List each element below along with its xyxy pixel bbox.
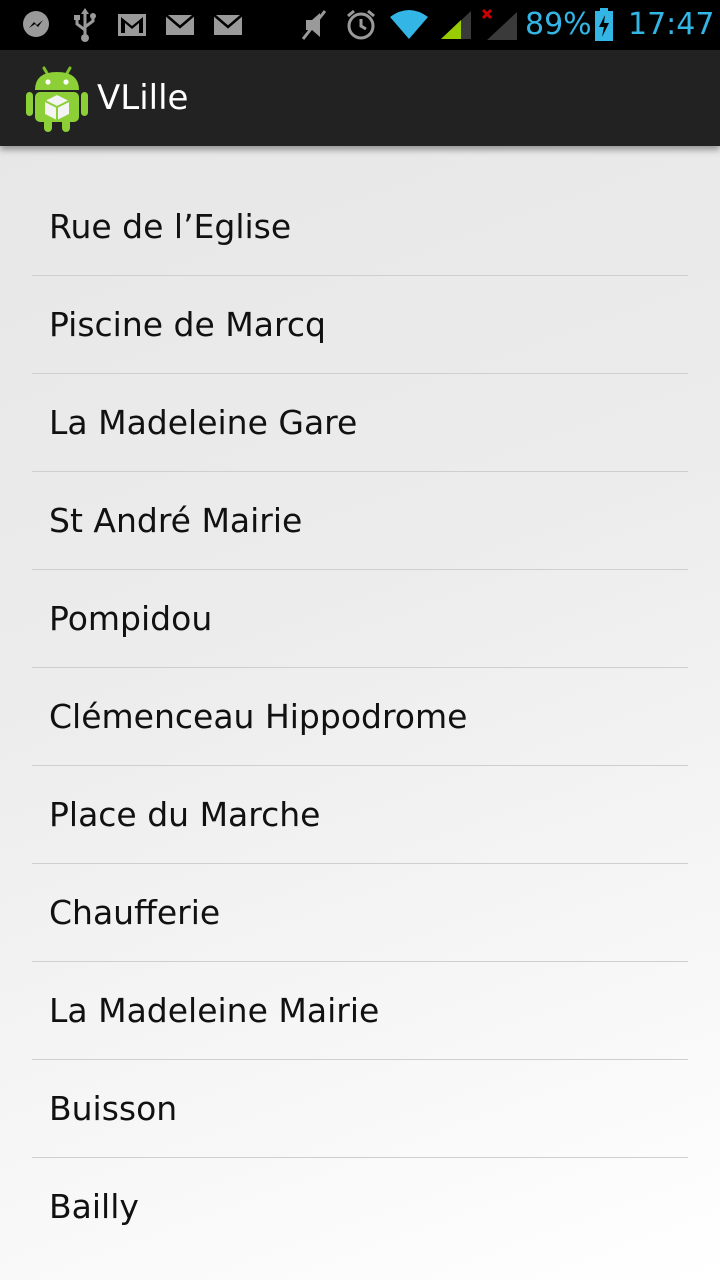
- station-name: Rue de l’Eglise: [49, 207, 292, 246]
- usb-icon: [70, 0, 100, 50]
- list-item[interactable]: Rue de l’Eglise: [32, 178, 688, 276]
- battery-charging-icon: [592, 0, 616, 50]
- station-name: St André Mairie: [49, 501, 303, 540]
- station-name: Chaufferie: [49, 893, 221, 932]
- wifi-icon: [388, 0, 430, 50]
- station-name: Pompidou: [49, 599, 213, 638]
- station-name: Piscine de Marcq: [49, 305, 326, 344]
- messenger-icon: [18, 0, 54, 50]
- list-item[interactable]: Place du Marche: [32, 766, 688, 864]
- station-name: La Madeleine Mairie: [49, 991, 380, 1030]
- battery-percent: 89%: [525, 7, 592, 42]
- list-item[interactable]: St André Mairie: [32, 472, 688, 570]
- list-item[interactable]: Bailly: [32, 1158, 688, 1255]
- status-bar: 89% 17:47: [0, 0, 720, 50]
- no-signal-icon: [480, 0, 520, 50]
- list-item[interactable]: Buisson: [32, 1060, 688, 1158]
- list-item[interactable]: Piscine de Marcq: [32, 276, 688, 374]
- android-app-icon[interactable]: [26, 64, 88, 132]
- station-name: Clémenceau Hippodrome: [49, 697, 468, 736]
- list-item[interactable]: Clémenceau Hippodrome: [32, 668, 688, 766]
- email-icon: [212, 0, 244, 50]
- list-item[interactable]: La Madeleine Gare: [32, 374, 688, 472]
- station-name: Buisson: [49, 1089, 178, 1128]
- station-name: Bailly: [49, 1187, 139, 1226]
- signal-icon: [438, 0, 474, 50]
- list-item[interactable]: Pompidou: [32, 570, 688, 668]
- app-title: VLille: [97, 78, 189, 118]
- email-icon: [164, 0, 196, 50]
- gmail-icon: [116, 0, 148, 50]
- action-bar: VLille: [0, 50, 720, 146]
- station-name: Place du Marche: [49, 795, 321, 834]
- station-name: La Madeleine Gare: [49, 403, 358, 442]
- alarm-icon: [344, 0, 378, 50]
- list-item[interactable]: La Madeleine Mairie: [32, 962, 688, 1060]
- station-list-container: Rue de l’Eglise Piscine de Marcq La Made…: [0, 146, 720, 1280]
- list-item[interactable]: Chaufferie: [32, 864, 688, 962]
- mute-icon: [298, 0, 330, 50]
- station-list: Rue de l’Eglise Piscine de Marcq La Made…: [32, 178, 688, 1255]
- clock: 17:47: [628, 7, 715, 42]
